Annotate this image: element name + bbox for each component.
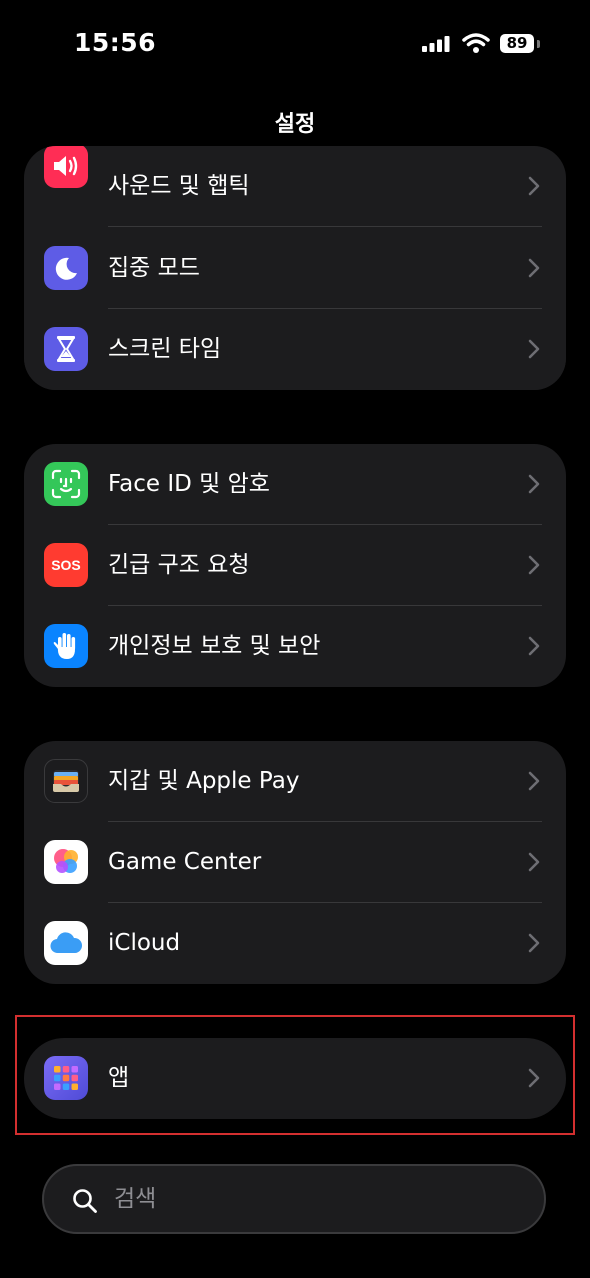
chevron-right-icon xyxy=(528,933,540,957)
settings-group-security: Face ID 및 암호 SOS 긴급 구조 요청 개인정보 보호 및 보안 xyxy=(24,444,566,687)
chevron-right-icon xyxy=(528,771,540,795)
settings-group-focus-screen-time: 집중 모드 스크린 타임 xyxy=(24,228,566,390)
speaker-icon xyxy=(44,146,88,188)
row-screen-time[interactable]: 스크린 타임 xyxy=(24,309,566,390)
search-bar[interactable]: 검색 xyxy=(42,1164,546,1234)
row-privacy-security[interactable]: 개인정보 보호 및 보안 xyxy=(24,606,566,687)
chevron-right-icon xyxy=(528,474,540,498)
battery-tip xyxy=(537,40,540,48)
row-game-center[interactable]: Game Center xyxy=(24,822,566,903)
row-focus[interactable]: 집중 모드 xyxy=(24,228,566,309)
chevron-right-icon xyxy=(528,339,540,363)
row-emergency-sos[interactable]: SOS 긴급 구조 요청 xyxy=(24,525,566,606)
row-icloud[interactable]: iCloud xyxy=(24,903,566,984)
status-bar: 15:56 89 xyxy=(0,0,590,90)
wallet-icon xyxy=(44,759,88,803)
sos-icon-text: SOS xyxy=(51,557,81,573)
chevron-right-icon xyxy=(528,852,540,876)
row-face-id[interactable]: Face ID 및 암호 xyxy=(24,444,566,525)
row-label: 긴급 구조 요청 xyxy=(108,552,250,578)
chevron-right-icon xyxy=(528,258,540,282)
wifi-icon xyxy=(462,32,490,58)
search-icon xyxy=(72,1188,98,1218)
chevron-right-icon xyxy=(528,176,540,200)
icloud-icon xyxy=(44,921,88,965)
row-label: 개인정보 보호 및 보안 xyxy=(108,633,321,659)
row-label: 스크린 타임 xyxy=(108,336,222,362)
chevron-right-icon xyxy=(528,555,540,579)
row-sound-haptics[interactable]: 사운드 및 햅틱 xyxy=(24,146,566,227)
chevron-right-icon xyxy=(528,636,540,660)
row-label: 사운드 및 햅틱 xyxy=(108,173,250,199)
row-wallet[interactable]: 지갑 및 Apple Pay xyxy=(24,741,566,822)
page-title: 설정 xyxy=(274,112,316,137)
row-label: Game Center xyxy=(108,849,262,875)
sos-icon: SOS xyxy=(44,543,88,587)
battery-icon: 89 xyxy=(500,34,534,53)
search-placeholder: 검색 xyxy=(114,1186,157,1212)
row-label: Face ID 및 암호 xyxy=(108,471,270,497)
hand-icon xyxy=(44,624,88,668)
highlight-box xyxy=(15,1015,575,1135)
row-label: 지갑 및 Apple Pay xyxy=(108,768,300,794)
row-label: iCloud xyxy=(108,930,181,956)
game-center-icon xyxy=(44,840,88,884)
cellular-signal-icon xyxy=(422,36,450,56)
face-id-icon xyxy=(44,462,88,506)
row-label: 집중 모드 xyxy=(108,255,200,281)
hourglass-icon xyxy=(44,327,88,371)
settings-group-services: 지갑 및 Apple Pay Game Center iCloud xyxy=(24,741,566,984)
moon-icon xyxy=(44,246,88,290)
status-time: 15:56 xyxy=(74,28,157,57)
